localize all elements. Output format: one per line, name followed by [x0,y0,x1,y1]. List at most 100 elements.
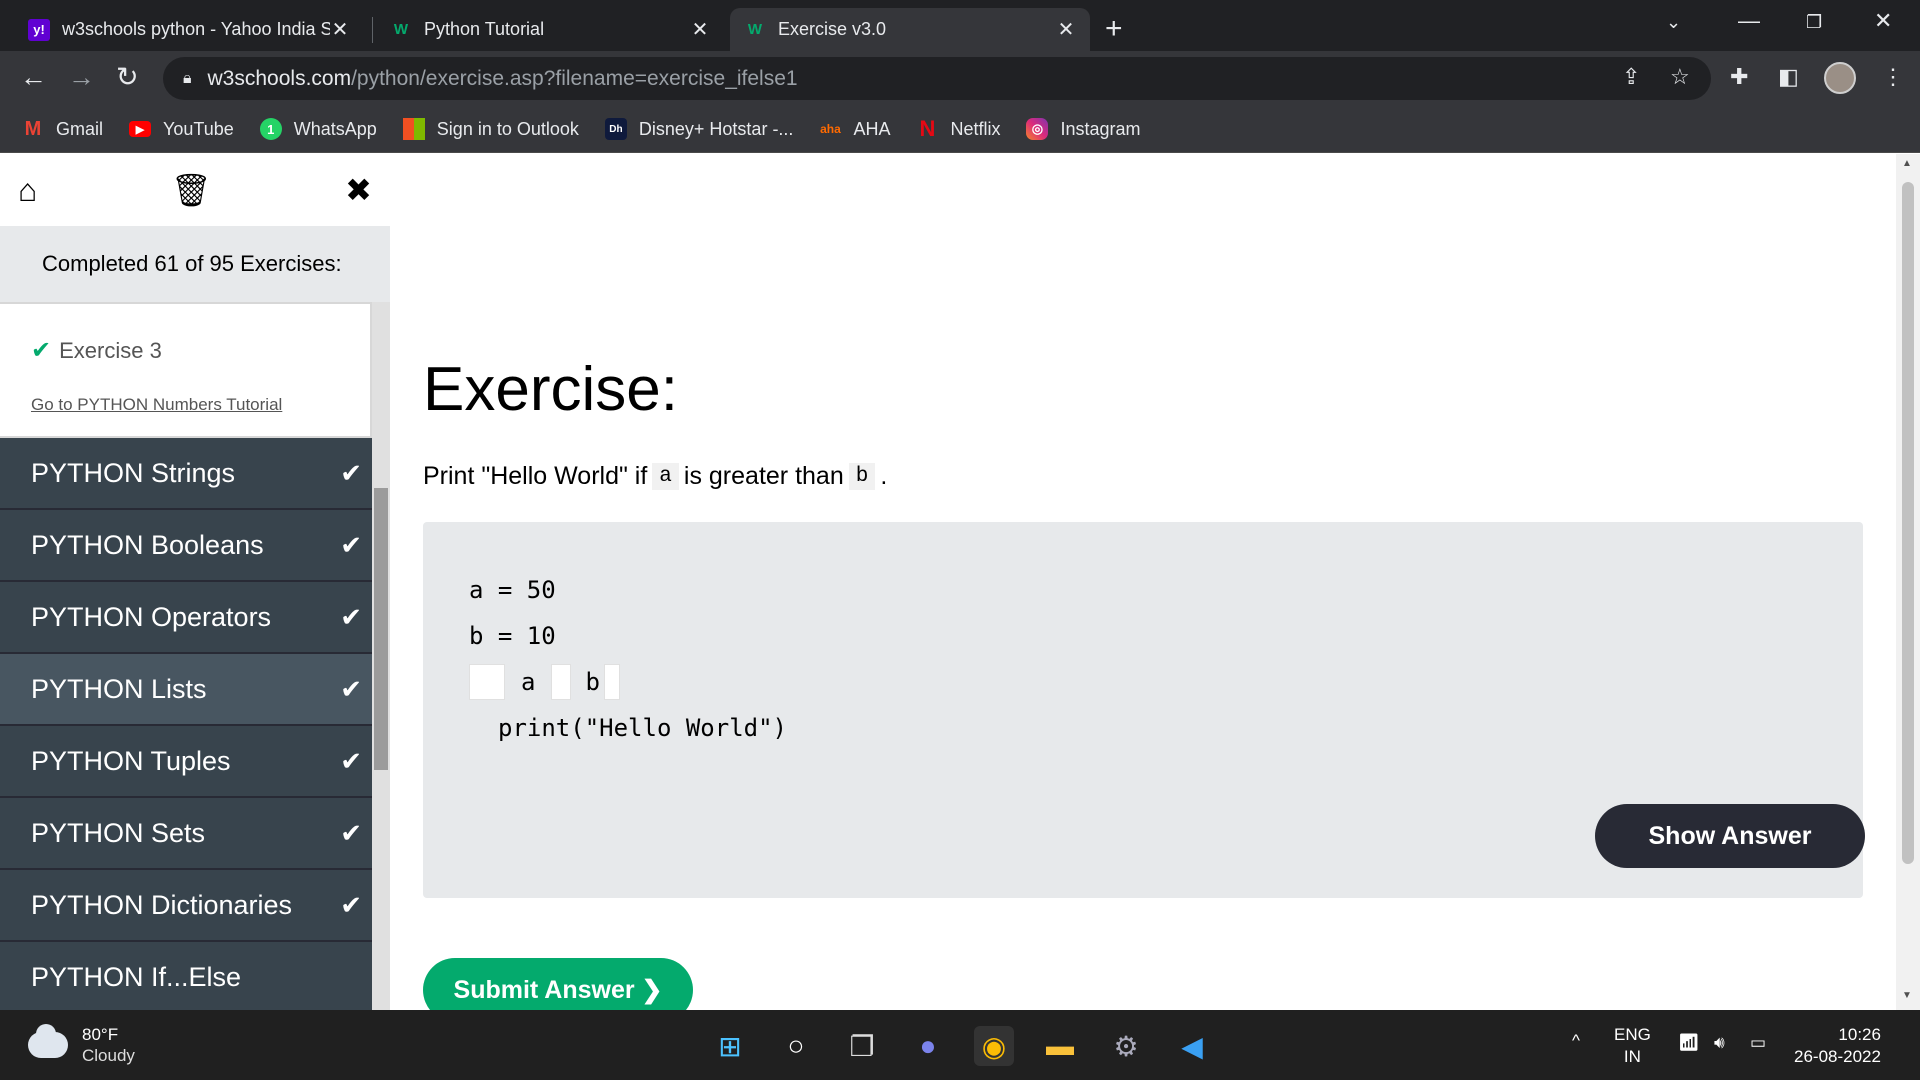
menu-icon[interactable]: ⋮ [1882,64,1904,90]
close-icon[interactable]: ✕ [330,17,350,42]
show-answer-button[interactable]: Show Answer [1595,804,1865,868]
answer-input[interactable] [469,664,505,700]
topic-item[interactable]: PYTHON Booleans ✔ [0,510,372,582]
topic-label: PYTHON Sets [31,817,206,848]
sidebar-toolbar: ⌂ 🗑︎ ✖ [0,154,390,226]
windows-start-icon[interactable]: ⊞ [710,1026,750,1066]
vscode-icon[interactable]: ◀ [1172,1026,1212,1066]
share-icon[interactable]: ⇪ [1622,64,1640,90]
bookmarks-bar: M Gmail ▶ YouTube 1 WhatsApp Sign in to … [0,106,1920,153]
exercise-item[interactable]: ✔ Exercise 3 [31,336,370,365]
language-indicator[interactable]: ENG IN [1614,1024,1651,1068]
instagram-icon: ◎ [1026,118,1049,140]
bookmark-netflix[interactable]: N Netflix [916,116,1001,141]
temperature: 80°F [82,1025,119,1044]
topic-item[interactable]: PYTHON Sets ✔ [0,798,372,870]
tutorial-link[interactable]: Go to PYTHON Numbers Tutorial [31,395,370,415]
bookmark-label: WhatsApp [293,118,377,139]
bookmark-instagram[interactable]: ◎ Instagram [1026,118,1141,140]
topic-label: PYTHON Dictionaries [31,889,293,920]
topic-item[interactable]: PYTHON If...Else [0,942,372,1010]
close-icon[interactable]: ✕ [1056,17,1076,42]
task-view-icon[interactable]: ❐ [842,1026,882,1066]
topic-item[interactable]: PYTHON Lists ✔ [0,654,372,726]
topic-item[interactable]: PYTHON Strings ✔ [0,438,372,510]
topic-label: PYTHON Lists [31,673,207,704]
microsoft-icon [402,118,425,140]
weather-condition: Cloudy [82,1046,135,1065]
window-close-icon[interactable]: ✕ [1874,8,1892,34]
exercise-label: Exercise 3 [59,337,162,363]
submit-answer-button[interactable]: Submit Answer ❯ [423,958,693,1010]
reload-icon[interactable]: ↻ [116,62,139,93]
gmail-icon: M [24,117,42,140]
topic-item[interactable]: PYTHON Dictionaries ✔ [0,870,372,942]
minimize-icon[interactable]: — [1738,8,1760,34]
avatar[interactable] [1824,62,1856,94]
answer-input[interactable] [603,664,620,700]
back-icon[interactable]: ← [20,62,47,93]
topic-item[interactable]: PYTHON Operators ✔ [0,582,372,654]
bookmark-label: Disney+ Hotstar -... [638,118,794,139]
bookmark-whatsapp[interactable]: 1 WhatsApp [259,118,377,140]
sidebar-scrollbar[interactable] [372,302,390,1010]
tab-strip: y! w3schools python - Yahoo India Search… [0,0,1920,51]
clock[interactable]: 10:26 26-08-2022 [1794,1024,1881,1068]
browser-toolbar: ← → ↻ 🔒︎ w3schools.com /python/exercise.… [0,51,1920,106]
volume-icon[interactable]: 🔊︎ [1714,1032,1725,1054]
star-icon[interactable]: ☆ [1670,64,1690,90]
scrollbar-thumb[interactable] [1902,182,1914,864]
chat-icon[interactable]: ● [908,1026,948,1066]
tab-exercise[interactable]: W Exercise v3.0 ✕ [730,8,1090,51]
code-editor: a = 50 b = 10 a b print("Hello World") S… [423,522,1865,898]
bookmark-label: Gmail [56,118,104,139]
topic-label: PYTHON Tuples [31,745,231,776]
restore-icon[interactable]: ❐ [1806,12,1822,33]
bookmark-youtube[interactable]: ▶ YouTube [129,119,234,140]
topic-label: PYTHON Booleans [31,529,264,560]
new-tab-icon[interactable]: + [1105,12,1123,46]
progress-text: Completed 61 of 95 Exercises: [0,226,390,302]
battery-icon[interactable]: ▭ [1750,1032,1766,1054]
close-icon[interactable]: ✖ [345,171,372,209]
trash-icon[interactable]: 🗑︎ [171,171,212,209]
whatsapp-icon: 1 [259,118,282,140]
page-title: Exercise: [423,355,678,424]
hotstar-icon: Dh [604,118,627,140]
tab-title: Exercise v3.0 [778,19,887,39]
scroll-up-icon[interactable]: ▲ [1902,158,1912,169]
settings-icon[interactable]: ⚙ [1106,1026,1146,1066]
bookmark-outlook[interactable]: Sign in to Outlook [402,118,579,140]
tab-python-tutorial[interactable]: W Python Tutorial ✕ [376,8,724,51]
chrome-icon[interactable]: ◉ [974,1026,1014,1066]
bookmark-gmail[interactable]: M Gmail [22,118,103,140]
search-icon[interactable]: ○ [776,1026,816,1066]
netflix-icon: N [919,116,936,141]
close-icon[interactable]: ✕ [690,17,710,42]
topic-label: PYTHON If...Else [31,961,242,992]
file-explorer-icon[interactable]: ▬ [1040,1026,1080,1066]
extensions-icon[interactable]: ✚ [1730,64,1748,90]
w3schools-icon: W [393,21,409,38]
inline-code: a [652,463,679,490]
scroll-down-icon[interactable]: ▼ [1902,990,1912,1001]
scrollbar-thumb[interactable] [374,488,388,770]
check-icon: ✔ [340,889,362,920]
bookmark-aha[interactable]: aha AHA [819,118,890,140]
lang-code: ENG [1614,1025,1651,1044]
address-bar[interactable]: 🔒︎ w3schools.com /python/exercise.asp?fi… [163,57,1711,100]
w3schools-icon: W [747,21,763,38]
tab-yahoo[interactable]: y! w3schools python - Yahoo India Search… [14,8,364,51]
tab-search-icon[interactable]: ⌄ [1666,12,1681,33]
bookmark-hotstar[interactable]: Dh Disney+ Hotstar -... [604,118,794,140]
page-scrollbar[interactable]: ▲ ▼ [1896,154,1920,1010]
topic-item[interactable]: PYTHON Tuples ✔ [0,726,372,798]
home-icon[interactable]: ⌂ [18,172,37,209]
weather-widget[interactable]: 80°F Cloudy [28,1024,135,1066]
wifi-icon[interactable]: 📶︎ [1678,1032,1700,1054]
chevron-up-icon[interactable]: ^ [1572,1030,1580,1052]
bookmark-label: YouTube [163,118,234,139]
side-panel-icon[interactable]: ◧ [1778,64,1799,90]
forward-icon[interactable]: → [68,62,95,93]
answer-input[interactable] [551,664,572,700]
